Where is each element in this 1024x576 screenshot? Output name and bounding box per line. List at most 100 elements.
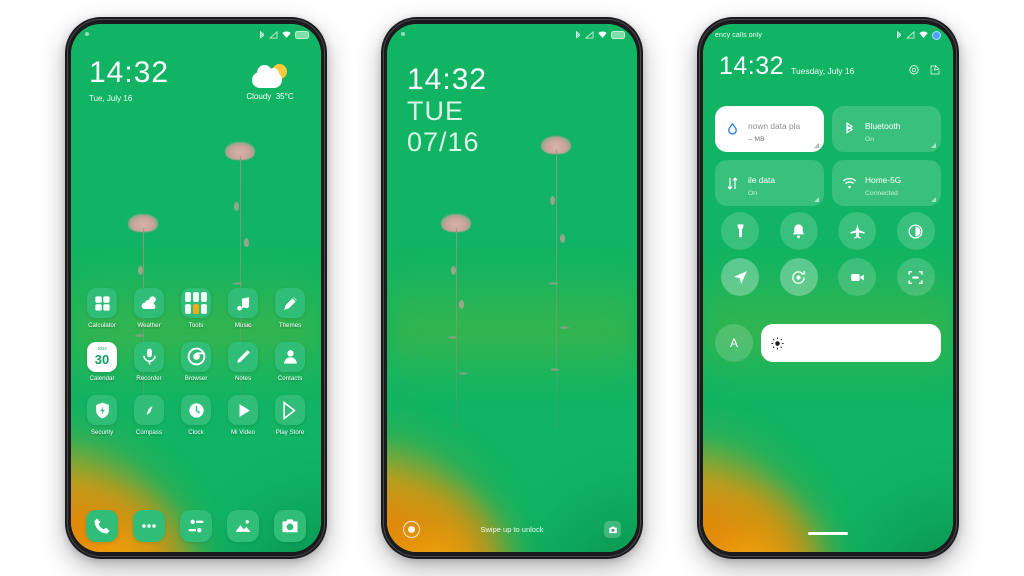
expand-corner-icon[interactable] [931,197,936,202]
tile-wifi[interactable]: Home-5G Connected [832,160,941,206]
app-themes[interactable]: Themes [269,288,311,329]
app-compass[interactable]: Compass [128,395,170,436]
expand-corner-icon[interactable] [931,143,936,148]
partly-cloudy-icon [250,64,290,90]
weather-icon [141,295,156,309]
app-notes[interactable]: Notes [222,341,264,382]
brightness-row: A [715,324,941,362]
app-calculator[interactable]: Calculator [81,288,123,329]
app-play-store[interactable]: Play Store [269,395,311,436]
bluetooth-icon [846,121,854,134]
dock-item-phone[interactable] [81,510,123,542]
weather-widget[interactable]: Cloudy 35°C [233,64,307,101]
scan-icon [908,270,923,284]
tile-data-usage[interactable]: nown data pla -- MB [715,106,824,152]
app-security[interactable]: Security [81,395,123,436]
app-clock[interactable]: Clock [175,395,217,436]
flashlight-icon [737,223,744,237]
sun-icon [771,337,784,349]
tile-mobile-data[interactable]: ile data On [715,160,824,206]
flower-left [439,214,473,428]
app-label: Notes [234,375,252,382]
toggle-airplane-mode[interactable] [838,212,877,250]
cc-date: Tuesday, July 16 [791,66,855,76]
chrome-icon [187,347,205,366]
app-weather[interactable]: Weather [128,288,170,329]
app-label: Calculator [88,321,116,329]
app-label: Themes [278,321,302,329]
weather-text: Cloudy 35°C [233,92,307,101]
signal-icon [906,31,915,39]
toggle-location[interactable] [721,258,760,296]
tile-subtitle: On [865,135,875,143]
home-indicator[interactable] [808,532,848,535]
expand-corner-icon[interactable] [814,197,819,202]
contrast-icon [908,223,923,239]
airplane-icon [850,223,865,239]
music-note-icon [236,296,249,311]
control-center-clock: 14:32 Tuesday, July 16 [719,54,941,79]
dock-item-settings[interactable] [175,510,217,542]
tile-title: ile data [748,174,776,185]
cc-time: 14:32 [719,52,785,80]
tile-bluetooth[interactable]: Bluetooth On [832,106,941,152]
gear-icon[interactable] [908,64,920,76]
bluetooth-icon [260,30,265,38]
clock-time: 14:32 [89,56,170,89]
dock [81,510,311,542]
unlock-hint: Swipe up to unlock [480,525,544,534]
app-label: Calendar [89,375,115,382]
app-label: Mi Video [231,428,255,436]
app-label: Weather [137,321,161,329]
tile-title: nown data pla [748,120,801,131]
status-bar-text: ency calls only [715,31,763,39]
camera-icon [282,519,298,533]
calendar-icon: 2024 30 [95,347,109,366]
app-recorder[interactable]: Recorder [128,341,170,382]
camera-shortcut-button[interactable] [604,521,621,538]
phone-lock-screen: 14:32 TUE 07/16 Swipe up to unlock [381,17,643,559]
torch-shortcut-icon[interactable] [403,521,420,538]
phone-icon [94,518,110,534]
app-calendar[interactable]: 2024 30 Calendar [81,341,123,382]
brightness-slider[interactable] [761,324,941,362]
dock-item-gallery[interactable] [222,510,264,542]
dots-icon [142,524,156,528]
quick-settings-tiles: nown data pla -- MB Bluetooth On ile dat… [715,106,941,206]
app-label: Compass [135,428,163,436]
app-tools[interactable]: Tools [175,288,217,329]
tile-subtitle: -- MB [748,135,765,143]
lock-time: 14:32 [407,63,488,96]
auto-brightness-button[interactable]: A [715,324,753,362]
location-arrow-icon [733,270,747,284]
clock-icon [188,402,204,418]
sliders-icon [188,519,204,533]
app-music[interactable]: Music [222,288,264,329]
edit-icon[interactable] [929,64,941,76]
app-browser[interactable]: Browser [175,341,217,382]
toggle-scanner[interactable] [896,258,935,296]
folder-icon [181,288,211,318]
app-label: Recorder [136,375,162,382]
dock-item-camera[interactable] [269,510,311,542]
phone-home-screen: 14:32 Tue, July 16 Cloudy 35°C Calculato [65,17,327,559]
pencil-icon [236,350,250,363]
app-mi-video[interactable]: Mi Video [222,395,264,436]
toggle-ringer[interactable] [779,212,818,250]
camera-icon [608,526,617,533]
toggle-flashlight[interactable] [721,212,760,250]
calculator-icon [94,295,110,311]
toggle-auto-rotate[interactable] [779,258,818,296]
clock-date: Tue, July 16 [89,94,133,103]
toggle-dark-mode[interactable] [896,212,935,250]
wifi-icon [919,31,928,38]
app-contacts[interactable]: Contacts [269,341,311,382]
clock-widget[interactable]: 14:32 Tue, July 16 [89,56,170,104]
toggle-screen-recorder[interactable] [838,258,877,296]
microphone-icon [142,348,156,365]
weather-temperature: 35°C [275,92,294,101]
app-row: Security Compass Clock Mi Video Play Sto… [81,395,311,436]
expand-corner-icon[interactable] [814,143,819,148]
tile-subtitle: Connected [865,189,898,197]
dock-item-messages[interactable] [128,510,170,542]
